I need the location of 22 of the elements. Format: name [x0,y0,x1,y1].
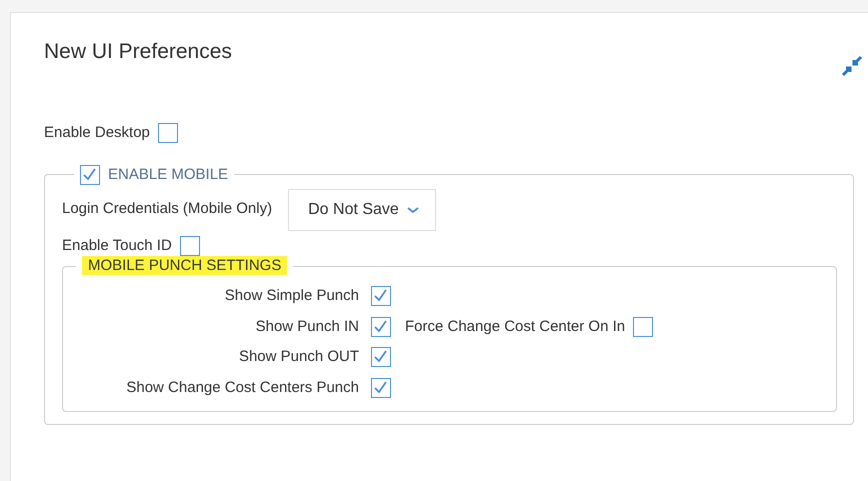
panel-title: New UI Preferences [44,39,232,64]
collapse-icon[interactable] [841,55,863,77]
checkbox[interactable] [633,316,654,337]
checkbox[interactable] [371,378,391,398]
checkbox[interactable] [371,286,391,306]
section-title: MOBILE PUNCH SETTINGS [82,256,288,276]
checkbox[interactable] [371,316,391,337]
checkbox-label: Show Change Cost Centers Punch [125,378,359,398]
checkbox[interactable] [371,347,391,368]
checkbox-label: Show Simple Punch [224,286,359,306]
checkbox[interactable] [80,164,100,185]
chevron-down-icon [406,206,419,214]
checkbox-label: Force Change Cost Center On In [405,316,626,337]
checkbox[interactable] [158,123,178,144]
credentials-dropdown[interactable]: Do Not Save [288,188,436,231]
checkbox[interactable] [180,236,200,256]
field-label: Login Credentials (Mobile Only) [62,199,272,220]
checkbox-label: Enable Touch ID [62,236,172,256]
checkbox-label: Enable Desktop [44,123,150,144]
checkbox-label: Show Punch OUT [238,347,359,368]
checkbox-label: Show Punch IN [254,316,359,337]
section-title: ENABLE MOBILE [108,166,228,184]
